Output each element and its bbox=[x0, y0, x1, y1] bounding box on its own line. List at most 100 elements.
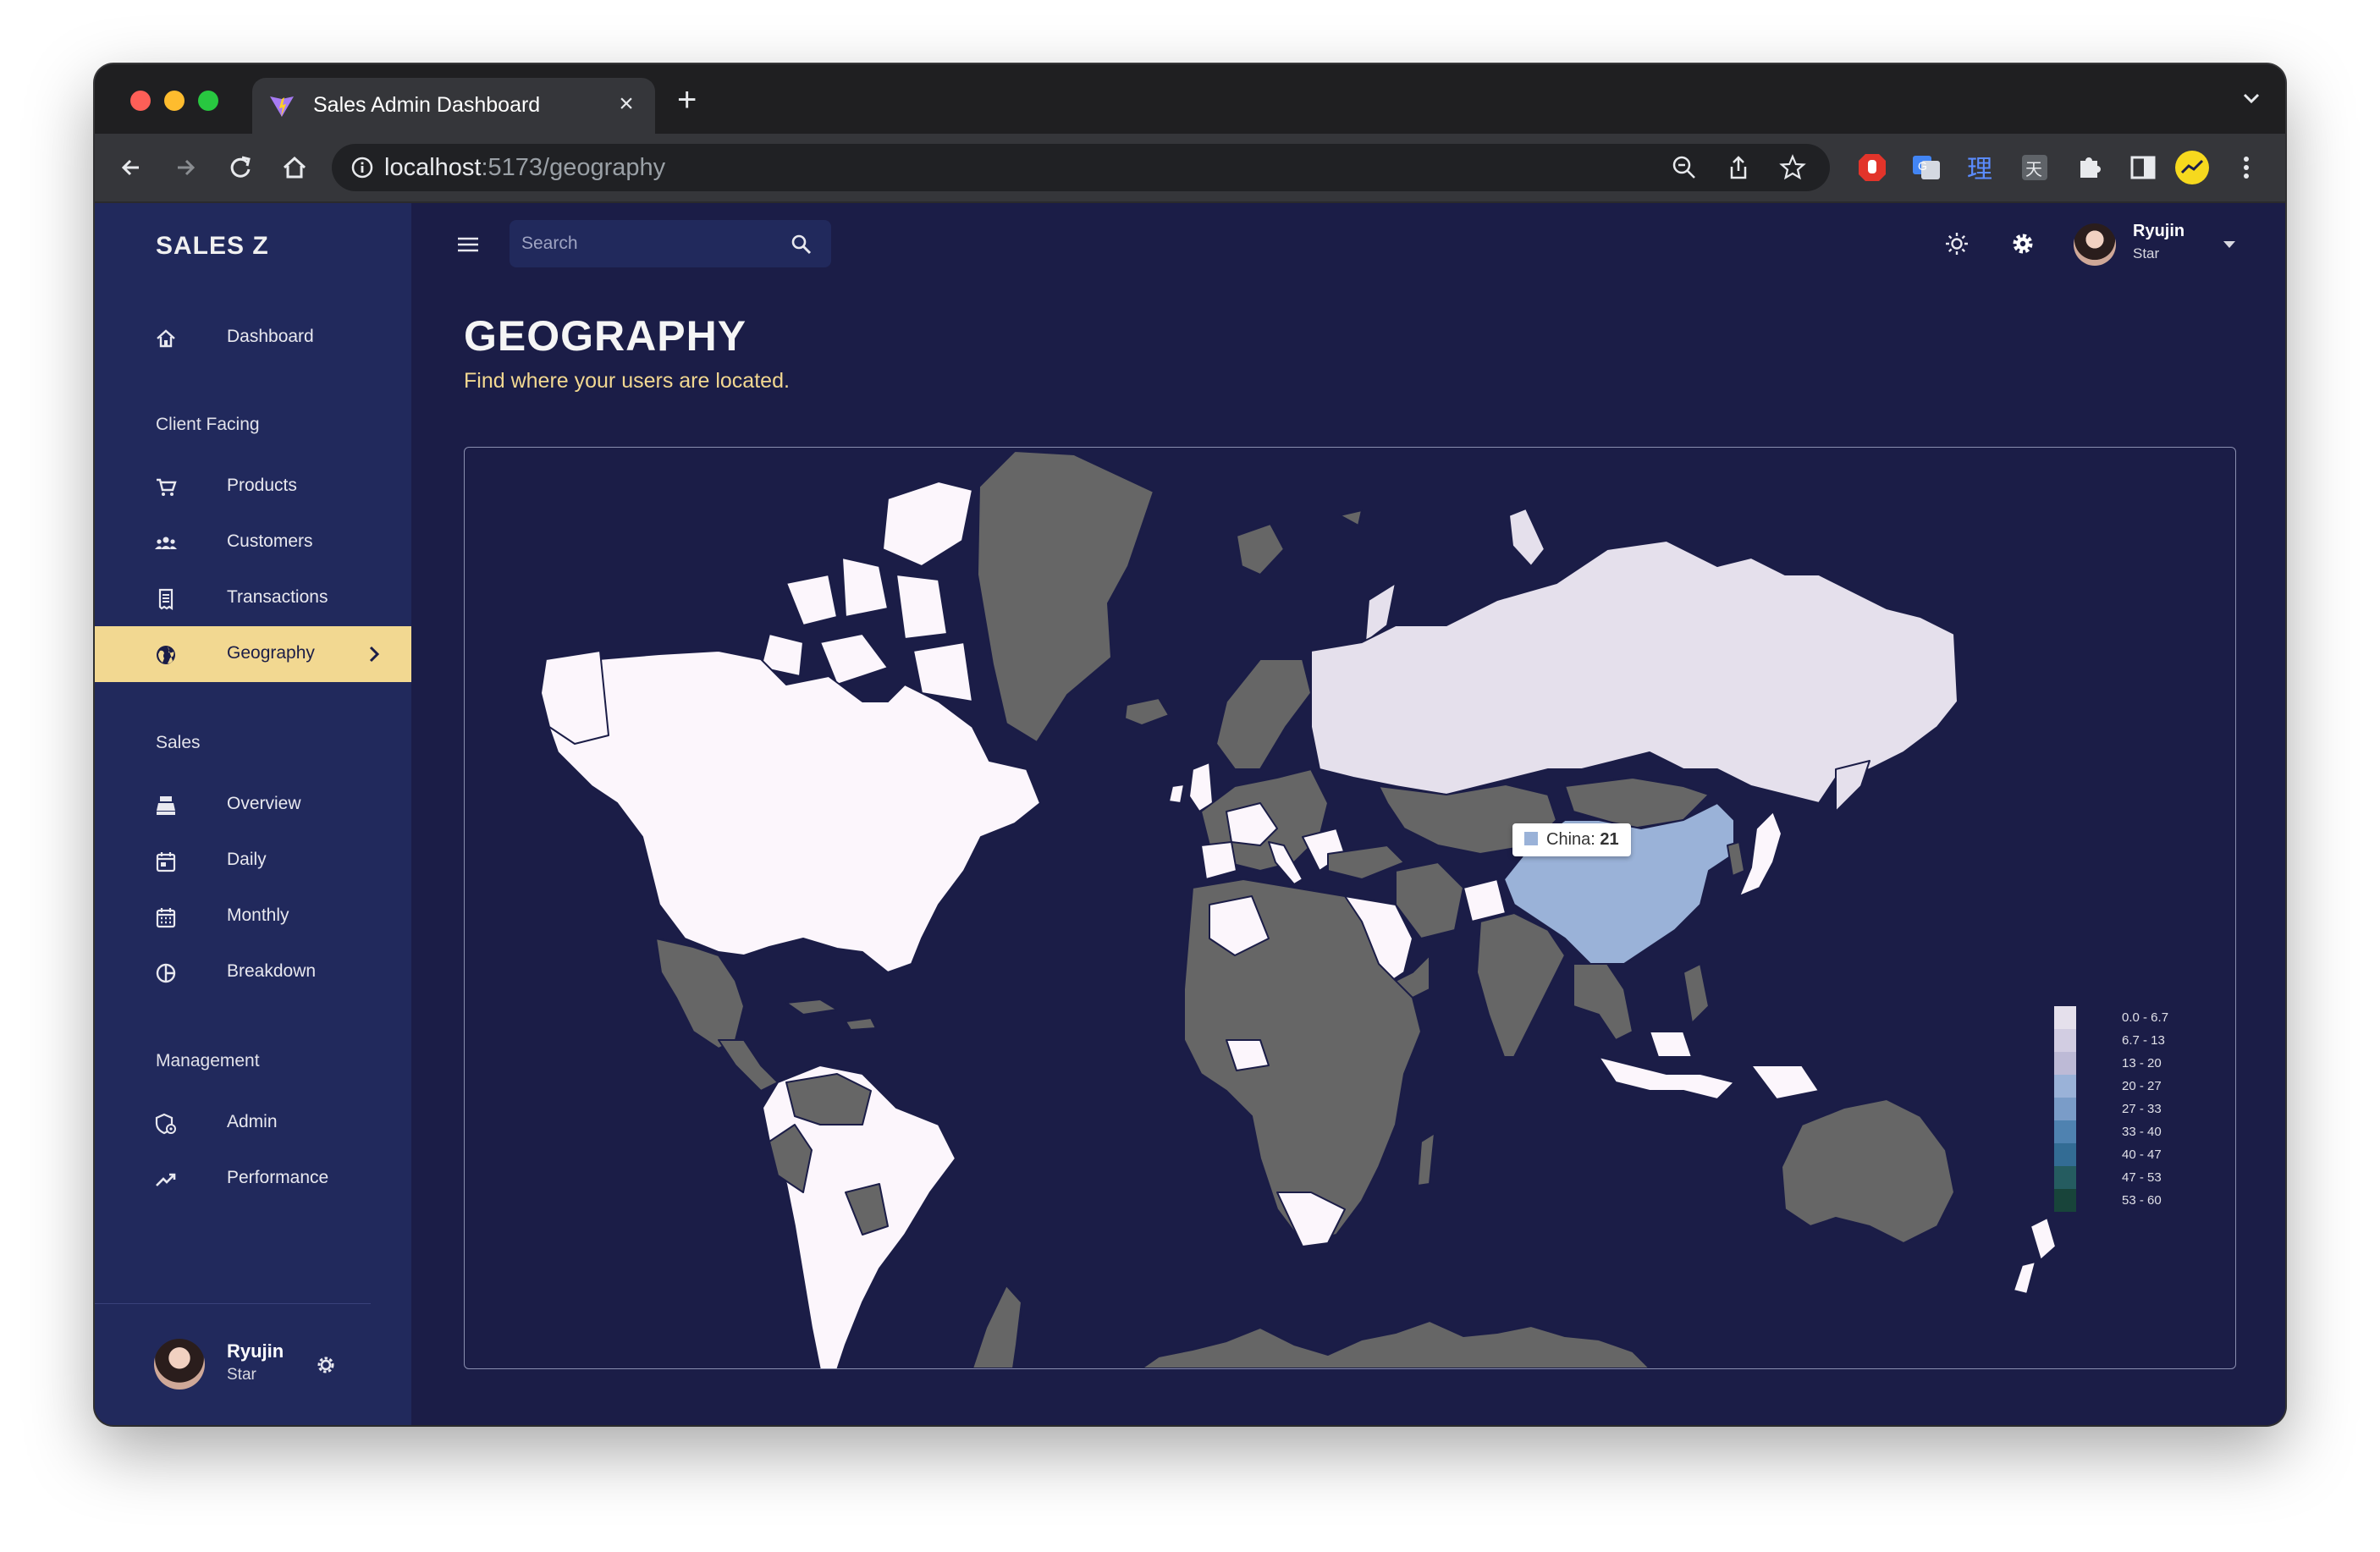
country-australia bbox=[1781, 1098, 1955, 1244]
country-antarctica bbox=[972, 1285, 1650, 1368]
chevron-right-icon bbox=[369, 646, 380, 663]
legend-label: 47 - 53 bbox=[2122, 1170, 2162, 1185]
legend-item: 20 - 27 bbox=[2054, 1075, 2190, 1098]
browser-window: Sales Admin Dashboard × + localhost:5173… bbox=[95, 64, 2285, 1425]
sidebar-item-label: Overview bbox=[227, 794, 301, 813]
back-arrow-icon[interactable] bbox=[113, 149, 151, 186]
sidebar-item-label: Performance bbox=[227, 1168, 329, 1187]
trending-up-icon bbox=[156, 1173, 176, 1186]
arrow-drop-down-icon[interactable] bbox=[2221, 239, 2238, 250]
sidebar-item-transactions[interactable]: Transactions bbox=[95, 570, 411, 626]
settings-gear-icon[interactable] bbox=[2009, 230, 2036, 257]
shopping-cart-icon bbox=[157, 478, 177, 496]
country-russia-kamchatka bbox=[1835, 760, 1870, 812]
search-input[interactable] bbox=[520, 230, 777, 257]
country-scandinavia bbox=[1215, 658, 1312, 770]
section-sales: Sales bbox=[156, 733, 201, 752]
country-southeast-asia bbox=[1573, 963, 1633, 1041]
avatar[interactable] bbox=[2074, 223, 2116, 266]
zoom-out-icon[interactable] bbox=[1671, 154, 1698, 181]
browser-toolbar: localhost:5173/geography G 理 天 bbox=[95, 134, 2285, 203]
adblock-extension-icon[interactable] bbox=[1854, 149, 1891, 186]
menu-icon[interactable] bbox=[455, 234, 481, 256]
bookmark-star-icon[interactable] bbox=[1779, 154, 1806, 181]
url-text: localhost:5173/geography bbox=[384, 154, 665, 182]
legend-label: 27 - 33 bbox=[2122, 1102, 2162, 1116]
section-management: Management bbox=[156, 1051, 260, 1070]
legend-swatch bbox=[2054, 1075, 2076, 1098]
google-translate-extension-icon[interactable]: G bbox=[1908, 149, 1945, 186]
minimize-window-button[interactable] bbox=[164, 91, 185, 111]
url-host: localhost bbox=[384, 154, 482, 181]
country-india bbox=[1476, 912, 1566, 1058]
legend-swatch bbox=[2054, 1120, 2076, 1143]
tab-close-icon[interactable]: × bbox=[611, 89, 642, 119]
page-title: GEOGRAPHY bbox=[464, 312, 747, 360]
country-spain bbox=[1200, 841, 1237, 880]
sidebar-item-breakdown[interactable]: Breakdown bbox=[95, 944, 411, 1000]
brand-logo[interactable]: SALES Z bbox=[156, 232, 269, 261]
search-icon[interactable] bbox=[791, 234, 813, 256]
country-greenland bbox=[977, 450, 1154, 743]
sidebar-item-customers[interactable]: Customers bbox=[95, 515, 411, 570]
legend-label: 0.0 - 6.7 bbox=[2122, 1010, 2169, 1025]
dictionary-extension-icon[interactable]: 天 bbox=[2016, 149, 2053, 186]
extensions-puzzle-icon[interactable] bbox=[2070, 149, 2107, 186]
close-window-button[interactable] bbox=[130, 91, 151, 111]
topbar-user-name: Ryujin bbox=[2133, 222, 2185, 240]
legend-label: 13 - 20 bbox=[2122, 1056, 2162, 1070]
topbar-user-menu[interactable]: Ryujin Star bbox=[2074, 220, 2243, 271]
geography-map[interactable]: China: 21 0.0 - 6.7 6.7 - 13 13 - 20 20 … bbox=[464, 447, 2236, 1369]
legend-swatch bbox=[2054, 1052, 2076, 1075]
calendar-day-icon bbox=[156, 852, 176, 872]
forward-arrow-icon[interactable] bbox=[168, 149, 205, 186]
country-uk bbox=[1168, 762, 1214, 812]
browser-tab[interactable]: Sales Admin Dashboard × bbox=[252, 78, 655, 134]
settings-gear-icon[interactable] bbox=[313, 1352, 339, 1378]
share-icon[interactable] bbox=[1725, 154, 1752, 181]
country-caribbean bbox=[785, 999, 877, 1031]
legend-swatch bbox=[2054, 1189, 2076, 1212]
sidebar-item-geography[interactable]: Geography bbox=[95, 626, 411, 682]
tab-search-chevron-icon[interactable] bbox=[2240, 86, 2263, 110]
legend-item: 53 - 60 bbox=[2054, 1189, 2190, 1212]
sidebar-item-label: Products bbox=[227, 476, 297, 495]
sidebar-item-dashboard[interactable]: Dashboard bbox=[95, 310, 411, 366]
sidebar-item-overview[interactable]: Overview bbox=[95, 777, 411, 833]
legend-swatch bbox=[2054, 1098, 2076, 1120]
tooltip-swatch bbox=[1524, 832, 1538, 845]
sidebar-item-admin[interactable]: Admin bbox=[95, 1095, 411, 1151]
address-bar[interactable]: localhost:5173/geography bbox=[332, 144, 1830, 191]
maximize-window-button[interactable] bbox=[198, 91, 218, 111]
country-mexico bbox=[655, 938, 745, 1049]
legend-item: 40 - 47 bbox=[2054, 1143, 2190, 1166]
reload-icon[interactable] bbox=[222, 149, 259, 186]
reader-extension-icon[interactable]: 理 bbox=[1962, 149, 1999, 186]
avatar[interactable] bbox=[154, 1339, 205, 1390]
legend-swatch bbox=[2054, 1166, 2076, 1189]
side-panel-icon[interactable] bbox=[2124, 149, 2162, 186]
country-afghanistan bbox=[1463, 878, 1507, 922]
world-choropleth-map[interactable] bbox=[465, 448, 2235, 1368]
country-philippines bbox=[1683, 963, 1710, 1024]
sidebar-item-label: Daily bbox=[227, 850, 267, 869]
legend-item: 47 - 53 bbox=[2054, 1166, 2190, 1189]
browser-menu-icon[interactable] bbox=[2228, 149, 2265, 186]
legend-item: 13 - 20 bbox=[2054, 1052, 2190, 1075]
legend-item: 0.0 - 6.7 bbox=[2054, 1006, 2190, 1029]
profile-extension-icon[interactable] bbox=[2173, 149, 2211, 186]
sidebar: SALES Z Dashboard Client Facing Products… bbox=[95, 203, 411, 1425]
light-mode-icon[interactable] bbox=[1943, 230, 1970, 257]
sidebar-item-products[interactable]: Products bbox=[95, 459, 411, 515]
tooltip-value: 21 bbox=[1600, 830, 1619, 849]
home-icon[interactable] bbox=[276, 149, 313, 186]
legend-label: 6.7 - 13 bbox=[2122, 1033, 2165, 1048]
site-info-icon[interactable] bbox=[350, 156, 374, 179]
sidebar-user-name: Ryujin bbox=[227, 1340, 284, 1362]
globe-icon bbox=[157, 646, 175, 664]
sidebar-item-monthly[interactable]: Monthly bbox=[95, 889, 411, 944]
sidebar-item-performance[interactable]: Performance bbox=[95, 1151, 411, 1207]
sidebar-item-daily[interactable]: Daily bbox=[95, 833, 411, 889]
new-tab-icon[interactable]: + bbox=[677, 83, 697, 117]
legend-swatch bbox=[2054, 1006, 2076, 1029]
